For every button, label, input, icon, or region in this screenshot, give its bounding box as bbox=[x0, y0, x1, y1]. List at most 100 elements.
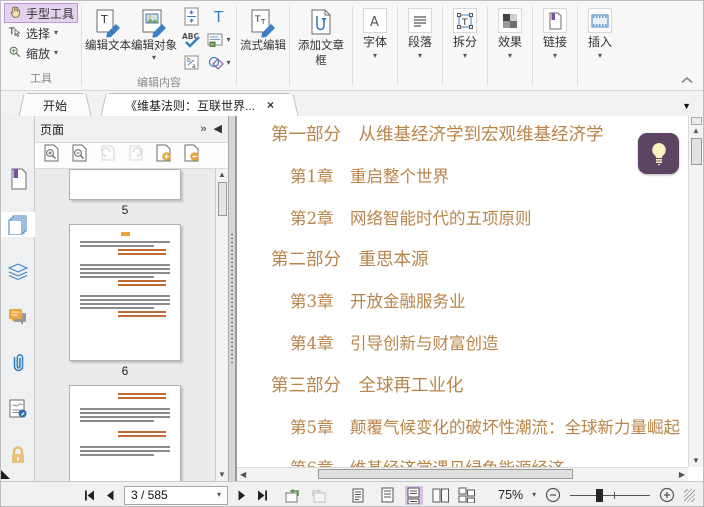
layers-panel-button[interactable] bbox=[1, 258, 35, 283]
thumbnail-label-5: 5 bbox=[121, 203, 129, 217]
tab-document[interactable]: 《维基法则：互联世界... × bbox=[109, 93, 291, 116]
link-icon bbox=[543, 8, 567, 33]
panel-corner-handle[interactable] bbox=[1, 470, 10, 479]
toc-entry[interactable]: 第3章 开放金融服务业 bbox=[237, 288, 703, 330]
reduce-thumbnails-button[interactable] bbox=[71, 144, 88, 167]
add-text-button[interactable]: T bbox=[207, 6, 231, 27]
zoom-in-button[interactable] bbox=[659, 487, 675, 503]
effects-button[interactable]: 效果 ▾ bbox=[491, 3, 529, 90]
insert-button[interactable]: 插入 ▾ bbox=[581, 3, 619, 90]
text-callout-button[interactable]: ▾ bbox=[207, 29, 231, 50]
facing-continuous-view-button[interactable] bbox=[458, 486, 475, 505]
stream-edit-button[interactable]: TT 流式编辑 bbox=[240, 3, 286, 54]
comments-panel-button[interactable] bbox=[1, 304, 35, 329]
scrollbar-thumb[interactable] bbox=[318, 469, 574, 479]
delete-page-button[interactable] bbox=[183, 144, 200, 167]
scroll-up-icon[interactable]: ▲ bbox=[218, 171, 226, 179]
zoom-slider-thumb[interactable] bbox=[596, 488, 604, 502]
toc-entry[interactable]: 第二部分 重思本源 bbox=[237, 246, 703, 288]
find-replace-button[interactable]: ba bbox=[179, 52, 203, 73]
font-button[interactable]: A 字体 ▾ bbox=[356, 3, 394, 90]
document-vertical-scrollbar[interactable]: ▲ ▼ bbox=[688, 116, 703, 467]
zoom-out-button[interactable] bbox=[545, 487, 561, 503]
thumbnail-text-placeholder bbox=[80, 245, 154, 247]
toc-entry[interactable]: 第一部分 从维基经济学到宏观维基经济学 bbox=[237, 121, 703, 163]
scroll-right-icon[interactable]: ▶ bbox=[679, 470, 685, 479]
toc-entry[interactable]: 第2章 网络智能时代的五项原则 bbox=[237, 205, 703, 247]
next-page-button[interactable] bbox=[237, 489, 247, 502]
facing-view-button[interactable] bbox=[432, 486, 449, 505]
page-number-input[interactable]: 3 / 585 ▾ bbox=[124, 485, 228, 505]
scroll-up-icon[interactable]: ▲ bbox=[692, 127, 700, 135]
document-horizontal-scrollbar[interactable]: ◀ ▶ bbox=[237, 467, 688, 481]
expand-panel-icon[interactable]: » bbox=[200, 123, 206, 135]
paragraph-button[interactable]: 段落 ▾ bbox=[401, 3, 439, 90]
enlarge-thumbnails-button[interactable] bbox=[43, 144, 60, 167]
continuous-view-button[interactable] bbox=[405, 485, 423, 505]
spell-check-button[interactable]: ABC bbox=[179, 29, 203, 50]
thumbnail-page-6[interactable] bbox=[69, 224, 181, 361]
signatures-panel-button[interactable] bbox=[1, 396, 35, 421]
collapse-panel-icon[interactable]: ◀ bbox=[214, 123, 222, 135]
add-article-box-button[interactable]: 添加文章框 bbox=[293, 3, 349, 69]
collapse-ribbon-button[interactable] bbox=[681, 71, 693, 89]
rotate-right-button[interactable] bbox=[127, 144, 144, 167]
first-page-button[interactable] bbox=[83, 489, 96, 502]
thumbnail-page-7[interactable] bbox=[69, 385, 181, 481]
scroll-down-icon[interactable]: ▼ bbox=[218, 471, 226, 479]
next-view-button[interactable] bbox=[310, 488, 327, 503]
svg-text:a: a bbox=[192, 63, 196, 70]
rotate-left-button[interactable] bbox=[99, 144, 116, 167]
previous-view-button[interactable] bbox=[284, 488, 301, 503]
thumbnail-text-placeholder bbox=[118, 311, 166, 313]
merge-text-button[interactable] bbox=[179, 6, 203, 27]
hand-tool-button[interactable]: 手型工具 bbox=[4, 3, 78, 23]
toc-entry[interactable]: 第三部分 全球再工业化 bbox=[237, 372, 703, 414]
close-tab-icon[interactable]: × bbox=[267, 98, 274, 112]
dropdown-caret: ▾ bbox=[462, 51, 467, 60]
select-tool-button[interactable]: T 选择 ▾ bbox=[4, 23, 78, 43]
pages-panel-button[interactable] bbox=[1, 212, 35, 237]
select-cursor-icon: T bbox=[8, 25, 22, 42]
zoom-tool-button[interactable]: 缩放 ▾ bbox=[4, 43, 78, 63]
toc-entry[interactable]: 第5章 颠覆气候变化的破坏性潮流：全球新力量崛起 bbox=[237, 414, 703, 456]
zoom-slider-tick bbox=[614, 491, 616, 499]
thumbnail-text-placeholder bbox=[118, 393, 166, 395]
thumbnails-scrollbar[interactable]: ▲ ▼ bbox=[215, 169, 228, 481]
toc-entry[interactable]: 第1章 重启整个世界 bbox=[237, 163, 703, 205]
toc-entry-text: 第二部分 重思本源 bbox=[271, 250, 429, 271]
scrollbar-thumb[interactable] bbox=[690, 138, 702, 165]
bookmarks-panel-button[interactable] bbox=[1, 166, 35, 191]
zoom-slider-track[interactable] bbox=[570, 494, 650, 496]
reading-mode-button[interactable] bbox=[352, 488, 364, 503]
thumbnail-page-5[interactable] bbox=[69, 169, 181, 200]
panel-splitter[interactable] bbox=[229, 116, 237, 481]
window-resize-grip[interactable] bbox=[683, 488, 695, 502]
zoom-level-value[interactable]: 75% bbox=[498, 488, 523, 502]
magnifier-icon bbox=[8, 45, 22, 62]
scrollbar-split-handle[interactable] bbox=[690, 117, 702, 125]
edit-text-button[interactable]: T 编辑文本 bbox=[85, 3, 131, 54]
toc-entry[interactable]: 第4章 引导创新与财富创造 bbox=[237, 330, 703, 372]
dropdown-caret[interactable]: ▾ bbox=[532, 491, 536, 499]
scrollbar-thumb[interactable] bbox=[217, 182, 227, 216]
shapes-button[interactable]: ▾ bbox=[207, 52, 231, 73]
assistant-lightbulb-button[interactable] bbox=[638, 133, 679, 174]
dropdown-caret: ▾ bbox=[372, 51, 377, 60]
insert-page-button[interactable] bbox=[155, 144, 172, 167]
tab-start[interactable]: 开始 bbox=[27, 93, 84, 116]
last-page-button[interactable] bbox=[256, 489, 269, 502]
attachments-panel-button[interactable] bbox=[1, 350, 35, 375]
split-button[interactable]: T 拆分 ▾ bbox=[446, 3, 484, 90]
link-button[interactable]: 链接 ▾ bbox=[536, 3, 574, 90]
security-panel-button[interactable] bbox=[1, 442, 35, 467]
document-viewport[interactable]: 第一部分 从维基经济学到宏观维基经济学 第1章 重启整个世界 第2章 网络智能时代的… bbox=[237, 116, 703, 481]
single-page-view-button[interactable] bbox=[379, 486, 396, 505]
scroll-down-icon[interactable]: ▼ bbox=[692, 457, 700, 465]
tab-overflow-icon[interactable]: ▼ bbox=[682, 101, 691, 111]
edit-object-button[interactable]: 编辑对象 ▾ bbox=[131, 3, 177, 62]
thumbnail-text-placeholder bbox=[80, 416, 170, 418]
previous-page-button[interactable] bbox=[105, 489, 115, 502]
zoom-slider[interactable] bbox=[570, 488, 650, 503]
link-label: 链接 bbox=[542, 35, 567, 49]
